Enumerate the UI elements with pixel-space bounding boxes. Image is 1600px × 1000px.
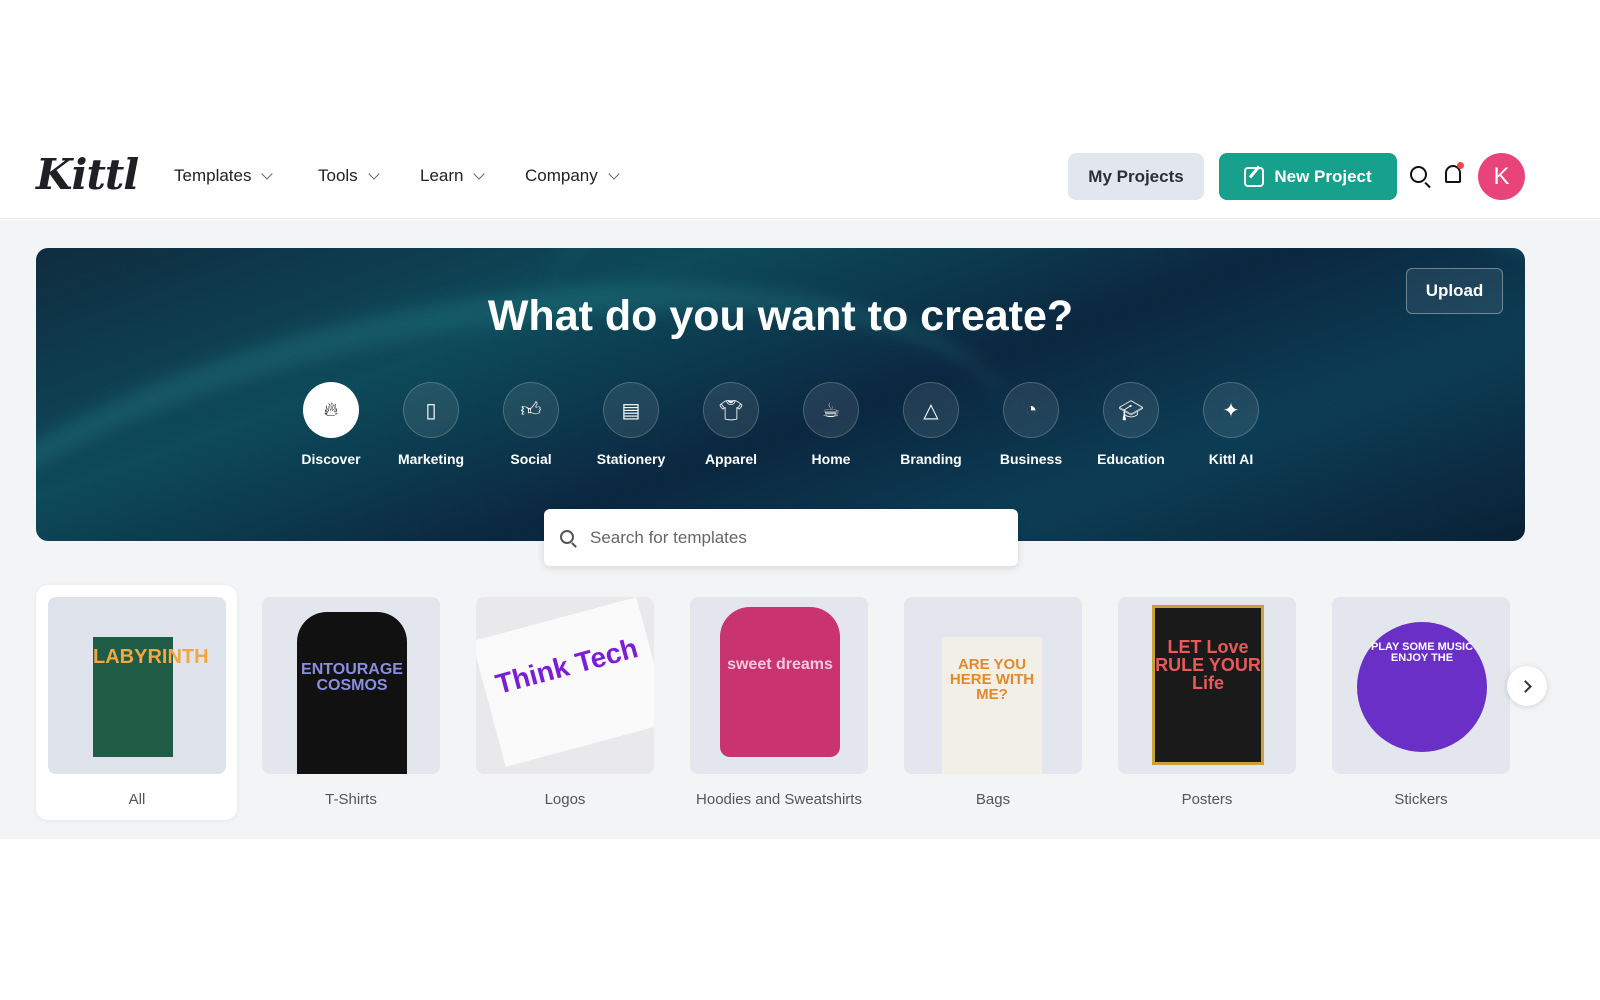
thumbnail-artwork: ENTOURAGE COSMOS [297,612,407,774]
product-card-hoodies-and-sweatshirts[interactable]: sweet dreams Hoodies and Sweatshirts [690,597,868,808]
category-label: Branding [900,451,962,467]
new-project-button[interactable]: New Project [1219,153,1397,200]
avatar[interactable]: K [1478,153,1525,200]
upload-button[interactable]: Upload [1406,268,1503,314]
chevron-down-icon [261,167,274,180]
product-card-all[interactable]: LABYRINTH All [48,597,226,808]
product-thumbnail: PLAY SOME MUSIC ENJOY THE [1332,597,1510,774]
edit-icon [1244,166,1265,187]
category-label: Social [510,451,552,467]
category-home[interactable]: ☕︎ Home [781,382,881,467]
nav-label: Tools [318,166,358,185]
product-label: Bags [975,791,1011,808]
nav-label: Company [525,166,598,185]
product-thumbnail: Think Tech [476,597,654,774]
chevron-down-icon [473,167,486,180]
flame-icon: 🔥︎ [303,382,359,438]
pie-chart-icon: ◔ [1003,382,1059,438]
nav-label: Templates [174,166,252,185]
chevron-down-icon [608,167,620,180]
next-arrow-button[interactable] [1507,666,1547,706]
template-search-box[interactable] [544,509,1018,566]
product-card-posters[interactable]: LET Love RULE YOUR Life Posters [1118,597,1296,808]
category-social[interactable]: 👍︎ Social [481,382,581,467]
notebook-icon: ▤ [603,382,659,438]
product-thumbnail: sweet dreams [690,597,868,774]
product-card-stickers[interactable]: PLAY SOME MUSIC ENJOY THE Stickers [1332,597,1510,808]
chevron-right-icon [1518,679,1532,693]
thumbnail-artwork: LET Love RULE YOUR Life [1152,605,1264,765]
tshirt-icon: 👕︎ [703,382,759,438]
category-label: Education [1097,451,1165,467]
product-card-bags[interactable]: ARE YOU HERE WITH ME? Bags [904,597,1082,808]
graduation-cap-icon: 🎓︎ [1103,382,1159,438]
thumbnail-artwork: PLAY SOME MUSIC ENJOY THE [1357,622,1487,752]
hero-banner: What do you want to create? Upload 🔥︎ Dis… [36,248,1525,541]
product-label: All [128,791,146,808]
thumbs-up-icon: 👍︎ [503,382,559,438]
chevron-down-icon [368,167,380,180]
thumbnail-artwork: LABYRINTH [93,637,209,757]
thumbnail-artwork: ARE YOU HERE WITH ME? [942,637,1042,774]
nav-tools[interactable]: Tools [318,166,380,186]
bell-icon[interactable] [1445,162,1464,183]
thumbnail-artwork: sweet dreams [720,607,840,757]
category-label: Business [999,451,1063,467]
category-label: Stationery [596,451,666,467]
nav-learn[interactable]: Learn [420,166,486,186]
new-project-label: New Project [1274,166,1372,186]
search-icon[interactable] [1410,166,1427,183]
product-label: Posters [1181,791,1233,808]
kittl-logo[interactable]: Kittl [36,150,139,199]
product-thumbnail: LET Love RULE YOUR Life [1118,597,1296,774]
nav-company[interactable]: Company [525,166,620,186]
notification-dot [1457,162,1464,169]
nav-label: Learn [420,166,464,185]
category-business[interactable]: ◔ Business [981,382,1081,467]
main-content: What do you want to create? Upload 🔥︎ Dis… [0,220,1600,839]
category-label: Home [811,451,851,467]
category-kittl-ai[interactable]: ✦ Kittl AI [1181,382,1281,467]
product-card-t-shirts[interactable]: ENTOURAGE COSMOS T-Shirts [262,597,440,808]
product-label: T-Shirts [325,791,377,808]
product-label: Hoodies and Sweatshirts [696,791,862,808]
category-apparel[interactable]: 👕︎ Apparel [681,382,781,467]
category-label: Marketing [397,451,465,467]
product-thumbnail: LABYRINTH [48,597,226,774]
product-thumbnail: ARE YOU HERE WITH ME? [904,597,1082,774]
search-icon [560,530,574,544]
flyer-icon: ▯ [403,382,459,438]
search-input[interactable] [590,527,990,548]
sparkle-icon: ✦ [1203,382,1259,438]
hero-title: What do you want to create? [487,292,1074,340]
product-label: Stickers [1394,791,1448,808]
category-stationery[interactable]: ▤ Stationery [581,382,681,467]
thumbnail-artwork: Think Tech [476,597,654,767]
my-projects-button[interactable]: My Projects [1068,153,1204,200]
category-branding[interactable]: △ Branding [881,382,981,467]
category-label: Kittl AI [1208,451,1254,467]
mug-icon: ☕︎ [803,382,859,438]
top-nav-bar: Kittl Templates Tools Learn Company My P… [0,130,1600,219]
product-label: Logos [544,791,586,808]
category-education[interactable]: 🎓︎ Education [1081,382,1181,467]
product-card-logos[interactable]: Think Tech Logos [476,597,654,808]
category-label: Apparel [704,451,758,467]
category-discover[interactable]: 🔥︎ Discover [281,382,381,467]
shapes-icon: △ [903,382,959,438]
product-thumbnail: ENTOURAGE COSMOS [262,597,440,774]
category-marketing[interactable]: ▯ Marketing [381,382,481,467]
nav-templates[interactable]: Templates [174,166,274,186]
category-label: Discover [301,451,361,467]
